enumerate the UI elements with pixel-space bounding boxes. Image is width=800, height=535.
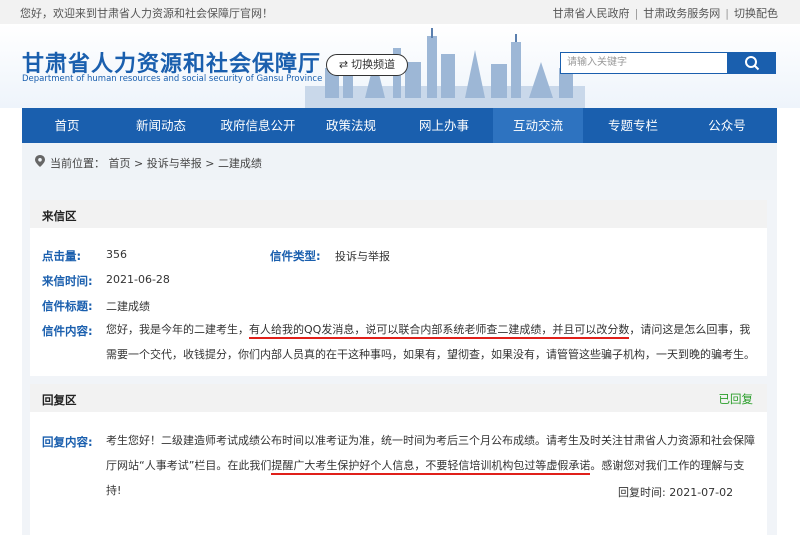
clicks-value: 356 [106,248,127,261]
nav-item-info-disclosure[interactable]: 政府信息公开 [210,108,306,143]
site-subtitle: Department of human resources and social… [22,74,323,84]
main-nav: 首页 新闻动态 政府信息公开 政策法规 网上办事 互动交流 专题专栏 公众号 [22,108,777,143]
nav-item-official-account[interactable]: 公众号 [682,108,772,143]
link-gansu-government[interactable]: 甘肃省人民政府 [553,7,630,20]
letter-subject-label: 信件标题: [42,299,93,313]
welcome-text: 您好，欢迎来到甘肃省人力资源和社会保障厅官网！ [20,7,273,20]
breadcrumb-separator: > [205,157,218,170]
letter-panel: 来信区 点击量: 356 信件类型: 投诉与举报 来信时间: 2021-06-2… [30,200,767,376]
letter-content-highlight: 有人给我的QQ发消息，说可以联合内部系统老师查二建成绩，并且可以改分数 [249,323,630,339]
top-links: 甘肃省人民政府 | 甘肃政务服务网 | 切换配色 [553,5,778,21]
letter-section-title: 来信区 [42,209,77,223]
breadcrumb-home[interactable]: 首页 [109,157,131,170]
reply-content-label: 回复内容: [42,435,93,449]
nav-item-topics[interactable]: 专题专栏 [588,108,678,143]
search-icon [745,56,760,71]
letter-content-part: 您好，我是今年的二建考生， [106,323,249,336]
letter-type-label: 信件类型: [270,249,321,263]
letter-content: 您好，我是今年的二建考生，有人给我的QQ发消息，说可以联合内部系统老师查二建成绩… [106,317,756,367]
breadcrumb: 当前位置： 首页 > 投诉与举报 > 二建成绩 [22,143,777,180]
reply-time-label: 回复时间: [618,486,666,499]
reply-panel: 回复区 已回复 回复内容: 考生您好！二级建造师考试成绩公布时间以准考证为准，统… [30,384,767,535]
switch-channel-button[interactable]: ⇄ 切换频道 [326,54,408,76]
switch-channel-label: 切换频道 [351,58,396,71]
breadcrumb-current: 二建成绩 [217,157,262,170]
letter-time-label: 来信时间: [42,274,93,288]
nav-item-online-services[interactable]: 网上办事 [399,108,489,143]
breadcrumb-separator: > [134,157,147,170]
switch-arrows-icon: ⇄ [338,58,349,71]
reply-section-title: 回复区 [42,393,77,407]
content-area: 来信区 点击量: 356 信件类型: 投诉与举报 来信时间: 2021-06-2… [22,180,777,535]
search-button[interactable] [728,52,776,74]
nav-item-interaction[interactable]: 互动交流 [493,108,583,143]
nav-item-news[interactable]: 新闻动态 [116,108,206,143]
reply-panel-header: 回复区 已回复 [30,384,767,412]
letter-panel-header: 来信区 [30,200,767,228]
breadcrumb-complaints[interactable]: 投诉与举报 [147,157,202,170]
site-header: 甘肃省人力资源和社会保障厅 Department of human resour… [0,24,800,108]
separator: | [725,7,729,20]
letter-type-value: 投诉与举报 [335,250,390,263]
letter-content-label: 信件内容: [42,324,93,338]
clicks-label: 点击量: [42,249,82,263]
reply-content-highlight: 提醒广大考生保护好个人信息，不要轻信培训机构包过等虚假承诺 [271,459,591,475]
nav-item-policies[interactable]: 政策法规 [306,108,396,143]
reply-time: 回复时间: 2021-07-02 [618,484,733,500]
breadcrumb-label: 当前位置： [50,157,105,170]
search-input[interactable]: 请输入关键字 [560,52,728,74]
reply-time-value: 2021-07-02 [669,486,734,499]
letter-time-value: 2021-06-28 [106,273,170,286]
top-bar: 您好，欢迎来到甘肃省人力资源和社会保障厅官网！ 甘肃省人民政府 | 甘肃政务服务网 |… [0,0,800,24]
nav-item-home[interactable]: 首页 [22,108,112,143]
link-switch-color[interactable]: 切换配色 [734,7,778,20]
separator: | [634,7,639,20]
reply-status-badge: 已回复 [718,392,754,406]
link-gov-service[interactable]: 甘肃政务服务网 [643,7,720,20]
letter-subject-value: 二建成绩 [106,300,150,313]
location-pin-icon [35,155,45,167]
